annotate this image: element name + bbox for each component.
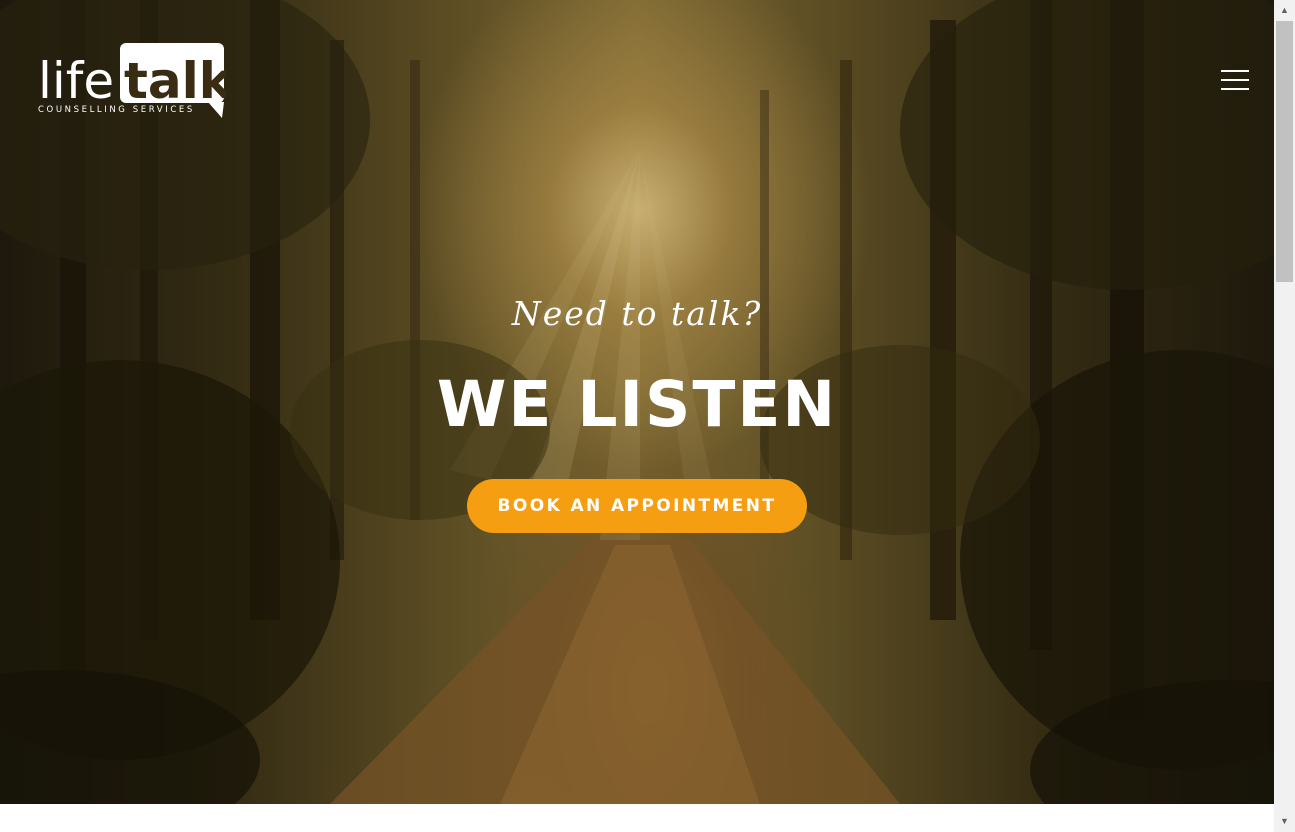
book-appointment-button[interactable]: BOOK AN APPOINTMENT: [467, 479, 807, 533]
page: life talk COUNSELLING SERVICES Need to t…: [0, 0, 1295, 832]
hero-headline: WE LISTEN: [436, 368, 838, 441]
hero-section: life talk COUNSELLING SERVICES Need to t…: [0, 0, 1274, 804]
scroll-up-arrow-icon[interactable]: ▲: [1274, 0, 1295, 21]
logo-mark: life talk COUNSELLING SERVICES: [38, 43, 234, 118]
logo-word-talk: talk: [124, 52, 226, 110]
hamburger-menu-icon[interactable]: [1221, 70, 1249, 90]
menu-line-top: [1221, 70, 1249, 72]
scroll-down-arrow-icon[interactable]: ▼: [1274, 811, 1295, 832]
logo-word-life: life: [38, 52, 114, 110]
menu-line-bottom: [1221, 88, 1249, 90]
scrollbar-thumb[interactable]: [1276, 21, 1293, 282]
content-below-hero: [0, 804, 1274, 832]
vertical-scrollbar[interactable]: ▲ ▼: [1274, 0, 1295, 832]
logo-subtitle: COUNSELLING SERVICES: [38, 105, 195, 115]
lifetalk-logo[interactable]: life talk COUNSELLING SERVICES: [36, 42, 234, 120]
menu-line-middle: [1221, 79, 1249, 81]
hero-tagline: Need to talk?: [511, 294, 763, 333]
